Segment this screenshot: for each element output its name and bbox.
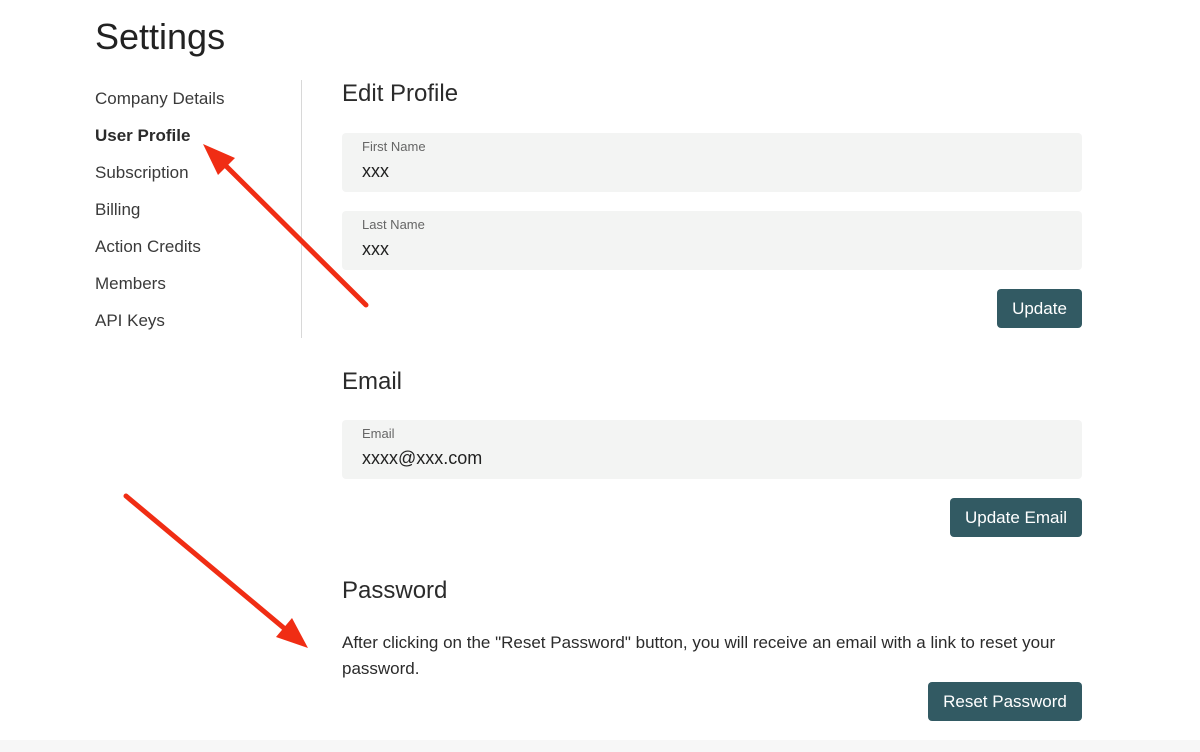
sidebar-item-members[interactable]: Members xyxy=(95,273,166,295)
sidebar-item-api-keys[interactable]: API Keys xyxy=(95,310,165,332)
update-email-button[interactable]: Update Email xyxy=(950,498,1082,537)
first-name-label: First Name xyxy=(362,139,426,154)
sidebar-item-company-details[interactable]: Company Details xyxy=(95,88,224,110)
password-heading: Password xyxy=(342,577,448,604)
sidebar-item-user-profile[interactable]: User Profile xyxy=(95,125,190,147)
email-heading: Email xyxy=(342,368,403,395)
last-name-input[interactable]: xxx xyxy=(362,238,1052,260)
email-field[interactable]: Email xxxx@xxx.com xyxy=(342,420,1082,479)
update-profile-button[interactable]: Update xyxy=(997,289,1082,328)
first-name-input[interactable]: xxx xyxy=(362,160,1052,182)
email-input[interactable]: xxxx@xxx.com xyxy=(362,447,1052,469)
sidebar-item-action-credits[interactable]: Action Credits xyxy=(95,236,201,258)
password-reset-description: After clicking on the "Reset Password" b… xyxy=(342,633,1056,678)
page-footer-strip xyxy=(0,740,1200,752)
edit-profile-heading: Edit Profile xyxy=(342,80,459,107)
last-name-field[interactable]: Last Name xxx xyxy=(342,211,1082,270)
page-title: Settings xyxy=(95,16,226,57)
last-name-label: Last Name xyxy=(362,217,425,232)
arrow-to-password-section xyxy=(123,493,308,648)
settings-sidebar: Company Details User Profile Subscriptio… xyxy=(95,80,302,338)
sidebar-item-billing[interactable]: Billing xyxy=(95,199,140,221)
first-name-field[interactable]: First Name xxx xyxy=(342,133,1082,192)
email-label: Email xyxy=(362,426,395,441)
reset-password-button[interactable]: Reset Password xyxy=(928,682,1082,721)
sidebar-item-subscription[interactable]: Subscription xyxy=(95,162,189,184)
